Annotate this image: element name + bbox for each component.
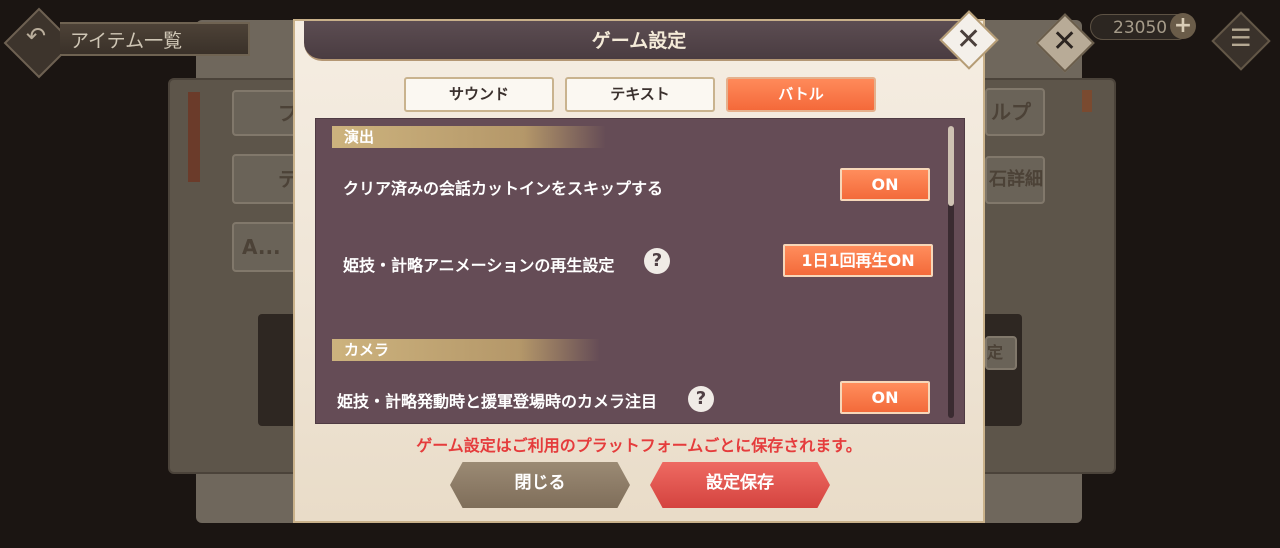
save-settings-button[interactable]: 設定保存 — [650, 462, 830, 508]
dialog-title: ゲーム設定 — [591, 30, 687, 52]
platform-save-notice: ゲーム設定はご利用のプラットフォームごとに保存されます。 — [416, 436, 862, 455]
camera-focus-toggle[interactable]: ON — [840, 381, 930, 414]
help-icon[interactable]: ? — [688, 386, 714, 412]
close-icon[interactable]: ✕ — [956, 22, 981, 57]
add-currency-button[interactable]: + — [1170, 13, 1196, 39]
back-arrow-icon: ↶ — [26, 22, 47, 50]
tab-sound[interactable]: サウンド — [404, 77, 554, 112]
screen-title: アイテム一覧 — [60, 22, 250, 56]
menu-icon: ☰ — [1230, 24, 1252, 52]
background-accent — [188, 92, 200, 182]
background-tile-3: A... — [232, 222, 302, 272]
skip-cutin-toggle[interactable]: ON — [840, 168, 930, 201]
background-tile-4: ルプ — [985, 88, 1045, 136]
close-button[interactable]: 閉じる — [450, 462, 630, 508]
setting-label-camera-focus: 姫技・計略発動時と援軍登場時のカメラ注目 — [337, 392, 658, 411]
tab-battle[interactable]: バトル — [726, 77, 876, 112]
setting-label-skip-cutin: クリア済みの会話カットインをスキップする — [343, 179, 664, 198]
tab-text[interactable]: テキスト — [565, 77, 715, 112]
section-heading-camera: カメラ — [332, 339, 600, 361]
close-icon: ✕ — [1052, 24, 1078, 59]
background-tile-6: 定 — [985, 336, 1017, 370]
section-heading-effects: 演出 — [332, 126, 606, 148]
animation-playback-toggle[interactable]: 1日1回再生ON — [783, 244, 933, 277]
background-tile-5: 石詳細 — [985, 156, 1045, 204]
scrollbar-thumb[interactable] — [948, 126, 954, 206]
background-accent — [1082, 90, 1092, 112]
background-tile-1: プ — [232, 90, 302, 136]
background-tile-2: テ — [232, 154, 302, 204]
help-icon[interactable]: ? — [644, 248, 670, 274]
setting-label-animation: 姫技・計略アニメーションの再生設定 — [343, 256, 615, 275]
